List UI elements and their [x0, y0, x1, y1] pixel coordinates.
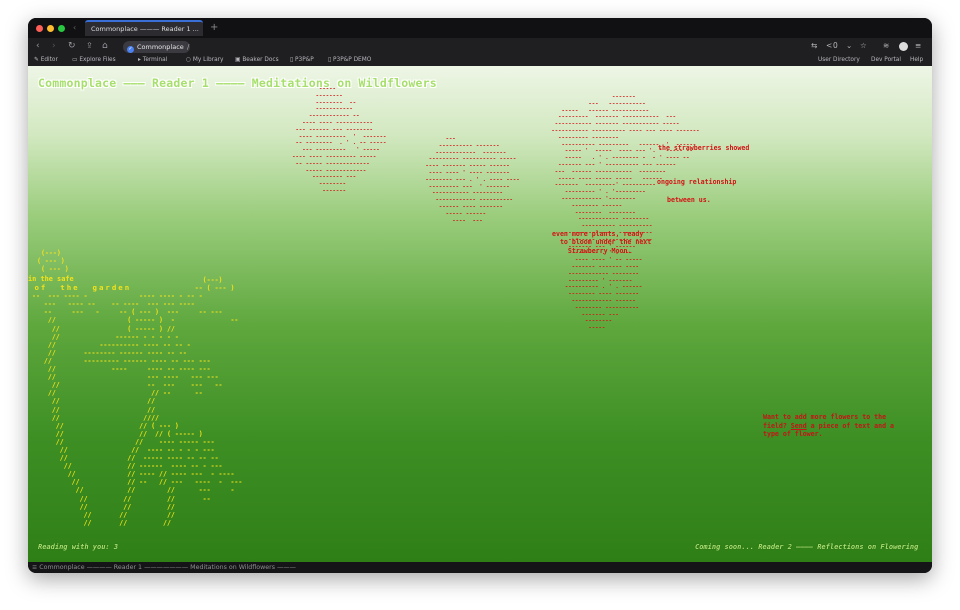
tab-scroll-icon[interactable]: ‹ — [73, 23, 76, 32]
bookmark-star-icon[interactable]: ☆ — [860, 40, 867, 52]
garden-flower-ascii-top: (---) ( --- ) ( --- ) — [36, 249, 69, 274]
chevron-down-icon[interactable]: ⌄ — [846, 40, 852, 52]
annotation-ongoing-relationship: ongoing relationship — [657, 178, 737, 186]
bookmark-help[interactable]: Help — [910, 55, 923, 66]
annotation-even-more-plants: even more plants, ready to bloom under t… — [552, 230, 652, 255]
strawberry-ascii-middle: --- ---------- ------- ------------ ----… — [425, 136, 520, 224]
tab-active[interactable]: Commonplace ——— Reader 1 ... — [85, 20, 203, 36]
menu-icon[interactable]: ≡ — [915, 40, 921, 52]
close-window-button[interactable] — [36, 25, 43, 32]
strawberry-ascii-right: ------- --- ----------- ----- ------ ---… — [551, 94, 700, 332]
annotation-strawberries-showed: the strawberries showed — [658, 144, 750, 152]
bookmark-explore-files[interactable]: ▭ Explore Files — [72, 55, 116, 66]
reload-icon[interactable]: ↻ — [68, 40, 76, 52]
add-flowers-prompt: Want to add more flowers to the field? S… — [763, 413, 913, 439]
url-path[interactable]: / — [187, 41, 189, 53]
minimize-window-button[interactable] — [47, 25, 54, 32]
bookmark-p3pp[interactable]: ▯ P3P&P — [290, 55, 314, 66]
back-icon[interactable]: ‹ — [36, 40, 40, 52]
nav-bar: ‹ › ↻ ⇪ ⌂ ✓ Commonplace / ⇆ < 0 ⌄ ☆ ≋ ≡ — [28, 38, 932, 55]
status-bar: ≡ Commonplace ———— Reader 1 ——————— Medi… — [28, 562, 932, 573]
bookmark-editor[interactable]: ✎ Editor — [34, 55, 58, 66]
upload-icon[interactable]: ⇪ — [86, 40, 93, 52]
garden-plant-ascii: (---) -- ( --- ) -- --- ---- - ---- ----… — [31, 276, 243, 527]
avatar[interactable] — [899, 42, 908, 51]
tab-bar: ‹ Commonplace ——— Reader 1 ... + — [28, 18, 932, 38]
zoom-window-button[interactable] — [58, 25, 65, 32]
bookmark-terminal[interactable]: ▸ Terminal — [138, 55, 167, 66]
bookmark-dev-portal[interactable]: Dev Portal — [871, 55, 901, 66]
wifi-icon[interactable]: ≋ — [883, 40, 889, 52]
site-info-pill[interactable]: ✓ Commonplace — [123, 41, 190, 53]
home-icon[interactable]: ⌂ — [102, 40, 108, 52]
bookmark-my-library[interactable]: ○ My Library — [186, 55, 223, 66]
bookmark-p3pp-demo[interactable]: ▯ P3P&P DEMO — [328, 55, 371, 66]
share-count: 0 — [833, 41, 838, 50]
peers-icon[interactable]: ⇆ — [811, 40, 817, 52]
new-tab-button[interactable]: + — [210, 22, 218, 33]
share-icon[interactable]: < — [826, 40, 832, 52]
bookmark-beaker-docs[interactable]: ▣ Beaker Docs — [235, 55, 279, 66]
send-link[interactable]: Send — [791, 422, 807, 430]
strawberry-ascii-left: ----- -------- -------- -- ----------- -… — [292, 86, 387, 194]
verified-icon: ✓ — [127, 46, 134, 53]
forward-icon[interactable]: › — [52, 40, 56, 52]
coming-soon-link[interactable]: Coming soon... Reader 2 ———— Reflections… — [695, 543, 918, 551]
annotation-between-us: between us. — [667, 196, 711, 204]
reading-count: Reading with you: 3 — [38, 543, 119, 551]
page-content: Commonplace ——— Reader 1 ———— Meditation… — [28, 66, 932, 562]
browser-window: ‹ Commonplace ——— Reader 1 ... + ‹ › ↻ ⇪… — [28, 18, 932, 573]
bookmarks-bar: ✎ Editor ▭ Explore Files ▸ Terminal ○ My… — [28, 55, 932, 66]
bookmark-user-directory[interactable]: User Directory — [818, 55, 860, 66]
site-name: Commonplace — [137, 43, 184, 51]
